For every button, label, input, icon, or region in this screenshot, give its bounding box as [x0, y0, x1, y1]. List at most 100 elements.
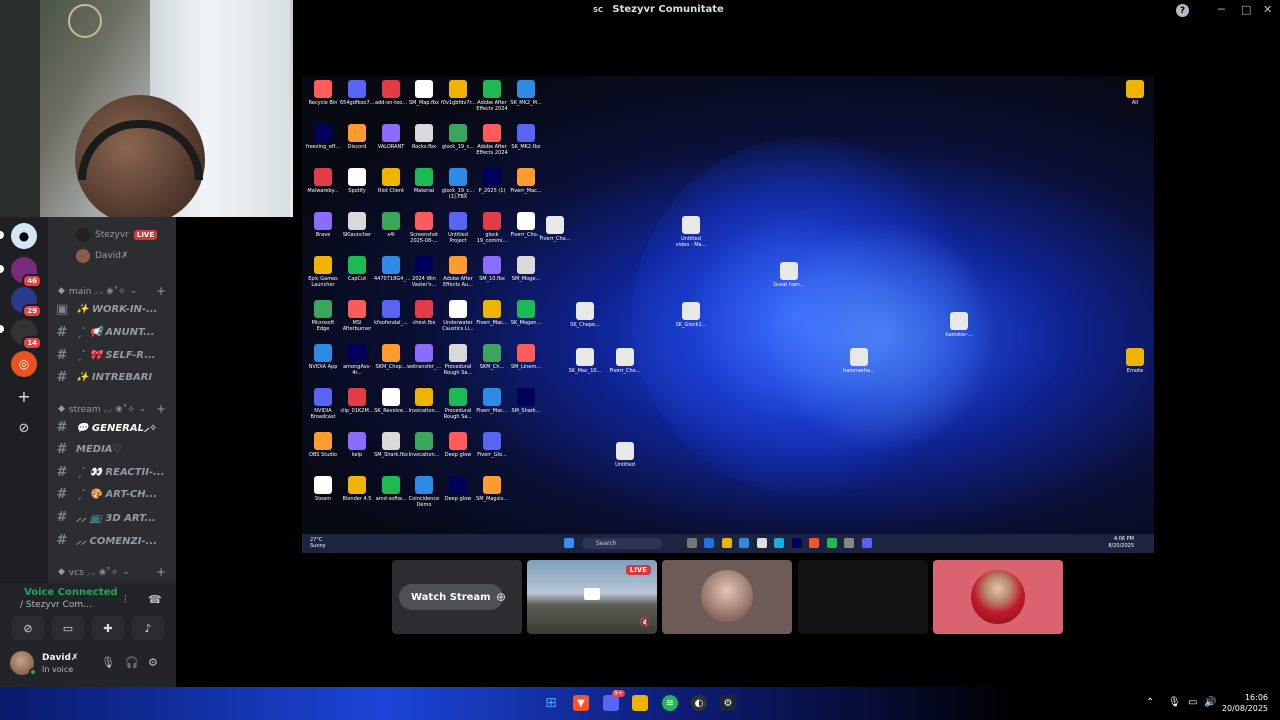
watch-stream-button[interactable]: Watch Stream — [399, 584, 503, 610]
desktop-icon: Riot Client — [374, 168, 408, 194]
voice-user[interactable]: David✗ — [76, 248, 129, 264]
participant-tile-empty[interactable] — [798, 560, 928, 634]
network-icon[interactable]: ▭ — [1188, 697, 1197, 708]
steam-icon[interactable]: ⚙ — [720, 695, 736, 711]
voice-channel[interactable]: / Stezyvr Com... — [20, 600, 92, 610]
category-icon: ◆ — [58, 285, 65, 296]
volume-icon[interactable]: 🔊 — [1204, 697, 1216, 708]
channel-item-active[interactable]: # 💬 GENERAL⸝✧ — [56, 417, 174, 437]
minimize-icon[interactable]: ─ — [1218, 3, 1225, 16]
channel-item[interactable]: ▣ ✨ WORK-IN-... — [56, 299, 174, 319]
participant-tile[interactable] — [933, 560, 1063, 634]
chevron-down-icon: ⌄ — [129, 285, 138, 296]
desktop-icon: glock_19_c... — [441, 124, 475, 150]
user-status: In voice — [42, 665, 74, 674]
obs-icon[interactable]: ◐ — [691, 695, 707, 711]
file-explorer-icon[interactable] — [632, 695, 648, 711]
desktop-icon-label: SM_Linem... — [510, 364, 542, 370]
stream-tile-self[interactable]: Watch Stream ⊕ — [392, 560, 522, 634]
server-icon-2[interactable]: 46 — [11, 257, 42, 288]
soundboard-button[interactable]: ♪ — [132, 616, 164, 640]
add-channel-icon[interactable]: + — [156, 284, 166, 298]
disconnect-icon[interactable]: ☎ — [148, 593, 162, 606]
category-stream[interactable]: ◆ stream ⸝⸝ ❀˚✧ ⌄ + — [58, 402, 172, 416]
sound-icon[interactable]: ⫶ — [124, 593, 127, 607]
spotify-icon[interactable]: ≋ — [662, 695, 678, 711]
desktop-icon: SKM_Chop... — [374, 344, 408, 370]
add-channel-icon[interactable]: + — [156, 402, 166, 416]
desktop-icon-label: Emote — [1126, 368, 1144, 374]
file-icon — [449, 168, 467, 186]
desktop-icon: SK_Revolve... — [374, 388, 408, 414]
activity-button[interactable]: ✚ — [92, 616, 124, 640]
category-main[interactable]: ◆ main ⸝⸝ ❀˚✧ ⌄ + — [58, 284, 172, 298]
desktop-icon: SK_MK2.fbx — [509, 124, 543, 150]
channel-item[interactable]: # ˏˋ 👀 REACTII-... — [56, 462, 174, 482]
headphones-icon[interactable]: 🎧 — [125, 656, 139, 669]
voice-user[interactable]: Stezyvr LIVE — [76, 227, 158, 243]
category-vcs[interactable]: ◆ vcs ⸝⸝ ❀˚✧ ⌄ + — [58, 565, 172, 579]
remote-clock: 4:06 PM 8/20/2025 — [1108, 536, 1134, 550]
file-icon — [576, 302, 594, 320]
add-server-icon[interactable]: + — [11, 383, 37, 409]
channel-item[interactable]: # ✨ INTREBARI — [56, 367, 174, 387]
channel-item[interactable]: # ⸝⸝ 📺 3D ART... — [56, 507, 174, 527]
desktop-icon-label: Rocks.fbx — [411, 144, 437, 150]
file-icon — [382, 476, 400, 494]
windows-start-icon[interactable]: ⊞ — [543, 695, 559, 711]
participant-tile[interactable] — [662, 560, 792, 634]
microphone-icon[interactable]: 🎙 — [1168, 697, 1181, 708]
desktop-icon: SM_Magsis... — [475, 476, 509, 502]
file-icon — [483, 344, 501, 362]
stream-tile-live[interactable]: LIVE 🔇 — [527, 560, 657, 634]
microphone-icon[interactable]: 🎙 — [101, 656, 115, 669]
discover-icon[interactable]: ⊘ — [11, 415, 37, 441]
desktop-icon-label: SM_Shark... — [511, 408, 541, 414]
brave-icon[interactable]: ▼ — [573, 695, 589, 711]
stream-view[interactable]: Recycle Bin 654gdfkoo7... add-on-too... SM_… — [302, 76, 1154, 553]
server-icon-1[interactable]: ● — [11, 223, 37, 249]
app-icon — [704, 538, 714, 548]
webcam-shelf — [0, 0, 40, 217]
desktop-icon: glock 19_commi... — [475, 212, 509, 244]
file-icon — [314, 388, 332, 406]
server-badge: SC — [593, 6, 604, 14]
app-icon — [844, 538, 854, 548]
desktop-icon-label: Fiverr_Glo... — [477, 452, 507, 458]
channel-item[interactable]: # ˏˋ 🎀 SELF-R... — [56, 345, 174, 365]
channel-item[interactable]: # ˏˋ 🎨 ART-CH... — [56, 484, 174, 504]
channel-item[interactable]: # MEDIA♡ — [56, 439, 174, 459]
desktop-icon: Steam — [306, 476, 340, 502]
add-stream-icon[interactable]: ⊕ — [496, 590, 506, 604]
title-bar: SC Stezyvr Comunitate ? ─ □ ✕ — [293, 0, 1280, 22]
maximize-icon[interactable]: □ — [1241, 3, 1251, 16]
file-icon — [415, 256, 433, 274]
desktop-icon-label: SKM_Ch... — [479, 364, 505, 370]
muted-icon[interactable]: 🔇 — [640, 618, 651, 628]
file-icon — [517, 344, 535, 362]
server-icon-3[interactable]: 29 — [11, 287, 42, 318]
discord-icon[interactable]: 9+ — [603, 690, 625, 711]
folder-icon — [722, 538, 732, 548]
webcam-overlay — [0, 0, 293, 217]
server-icon-4[interactable]: 14 — [11, 319, 42, 350]
desktop-icon-label: Screenshot 2025-08-... — [410, 232, 438, 244]
desktop-icon-label: SM_Shark.fbx — [374, 452, 408, 458]
tray-expand-icon[interactable]: ⌃ — [1146, 697, 1154, 708]
camera-button[interactable]: ⊘ — [12, 616, 44, 640]
add-channel-icon[interactable]: + — [156, 565, 166, 579]
gear-icon[interactable]: ⚙ — [148, 656, 158, 669]
desktop-icon: kfoofendal_... — [374, 300, 408, 326]
close-icon[interactable]: ✕ — [1263, 3, 1272, 16]
voice-status[interactable]: Voice Connected — [24, 587, 118, 598]
server-icon-5[interactable]: ◎ — [11, 351, 37, 377]
hash-icon: # — [56, 464, 68, 480]
taskbar-clock[interactable]: 16:06 20/08/2025 — [1222, 692, 1268, 714]
desktop-icon: Deep glow — [441, 432, 475, 458]
screenshare-button[interactable]: ▭ — [52, 616, 84, 640]
channel-item[interactable]: # ˏˋ 📢 ANUNT... — [56, 322, 174, 342]
desktop-icon: Blender 4.5 — [340, 476, 374, 502]
channel-item[interactable]: # ⸝⸝ COMENZI-... — [56, 530, 174, 550]
help-icon[interactable]: ? — [1176, 4, 1189, 17]
file-icon — [449, 124, 467, 142]
